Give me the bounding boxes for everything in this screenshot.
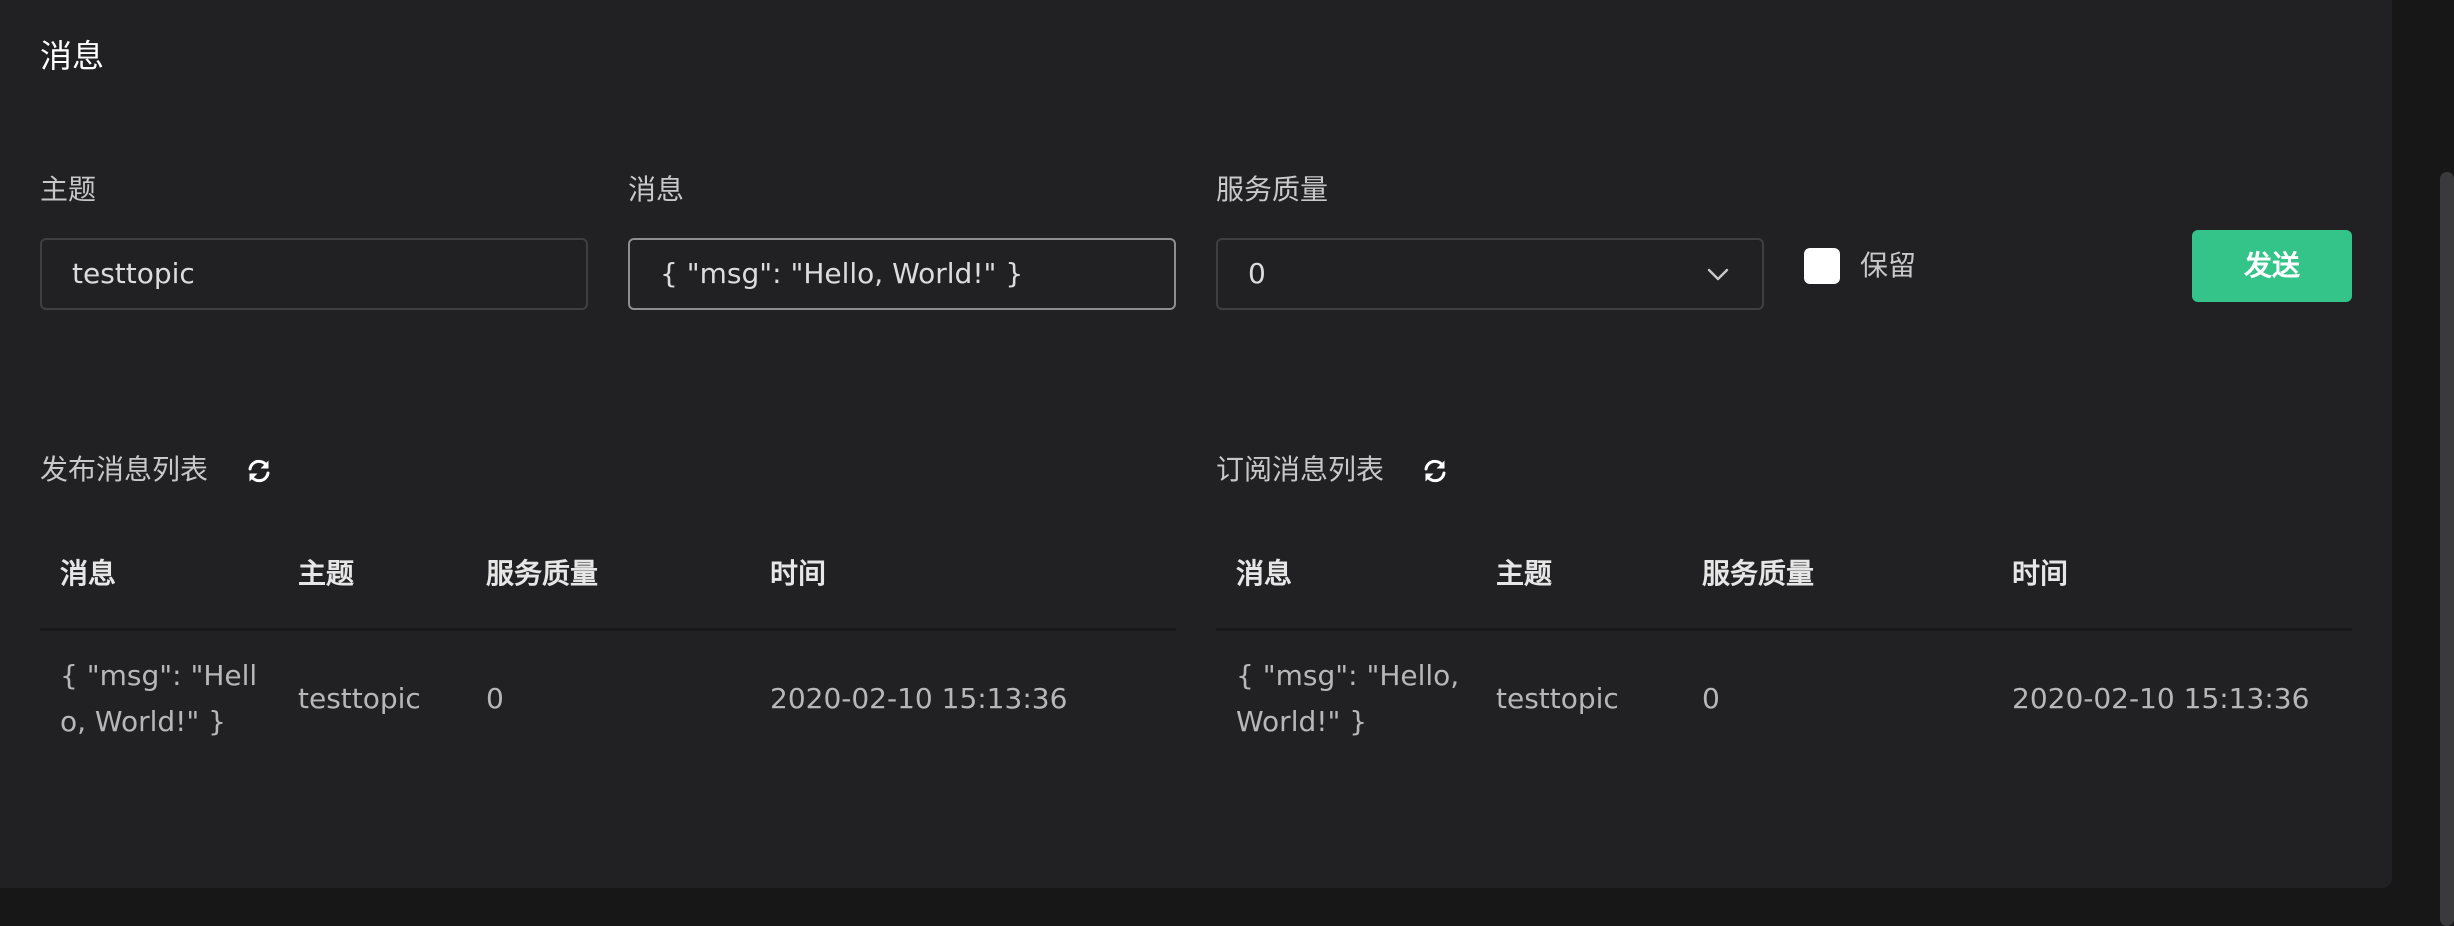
publish-col-message: 消息 bbox=[60, 557, 117, 590]
subscribe-col-topic: 主题 bbox=[1496, 557, 1553, 590]
publish-col-time: 时间 bbox=[770, 557, 827, 590]
subscribe-row-topic: testtopic bbox=[1496, 682, 1619, 715]
refresh-icon[interactable] bbox=[1422, 458, 1448, 484]
publish-row-message: { "msg": "Hello, World!" } bbox=[60, 659, 258, 738]
retain-checkbox[interactable] bbox=[1804, 248, 1840, 284]
send-button[interactable]: 发送 bbox=[2192, 230, 2352, 302]
message-input[interactable]: { "msg": "Hello, World!" } bbox=[628, 238, 1176, 310]
retain-label[interactable]: 保留 bbox=[1860, 246, 1916, 286]
subscribe-header-divider bbox=[1216, 628, 2352, 631]
subscribe-row-qos: 0 bbox=[1702, 682, 1720, 715]
publish-row-qos: 0 bbox=[486, 682, 504, 715]
publish-row-time: 2020-02-10 15:13:36 bbox=[770, 682, 1068, 715]
subscribe-row-time: 2020-02-10 15:13:36 bbox=[2012, 682, 2310, 715]
publish-list-title: 发布消息列表 bbox=[40, 453, 209, 486]
refresh-icon[interactable] bbox=[246, 458, 272, 484]
topic-label: 主题 bbox=[40, 173, 97, 206]
qos-select-value: 0 bbox=[1248, 257, 1266, 290]
subscribe-col-time: 时间 bbox=[2012, 557, 2069, 590]
publish-col-topic: 主题 bbox=[298, 557, 355, 590]
topic-input[interactable]: testtopic bbox=[40, 238, 588, 310]
page-title: 消息 bbox=[40, 37, 105, 75]
subscribe-col-qos: 服务质量 bbox=[1702, 557, 1815, 590]
subscribe-col-message: 消息 bbox=[1236, 557, 1293, 590]
subscribe-list-title: 订阅消息列表 bbox=[1216, 453, 1385, 486]
qos-label: 服务质量 bbox=[1216, 173, 1329, 206]
message-label: 消息 bbox=[628, 173, 685, 206]
qos-select[interactable]: 0 bbox=[1216, 238, 1764, 310]
publish-row-topic: testtopic bbox=[298, 682, 421, 715]
chevron-down-icon bbox=[1707, 268, 1729, 281]
publish-col-qos: 服务质量 bbox=[486, 557, 599, 590]
message-panel: 消息 主题 testtopic 消息 { "msg": "Hello, Worl… bbox=[0, 0, 2392, 888]
subscribe-row-message: { "msg": "Hello, World!" } bbox=[1236, 659, 1460, 738]
scrollbar-thumb[interactable] bbox=[2440, 172, 2454, 926]
publish-header-divider bbox=[40, 628, 1176, 631]
